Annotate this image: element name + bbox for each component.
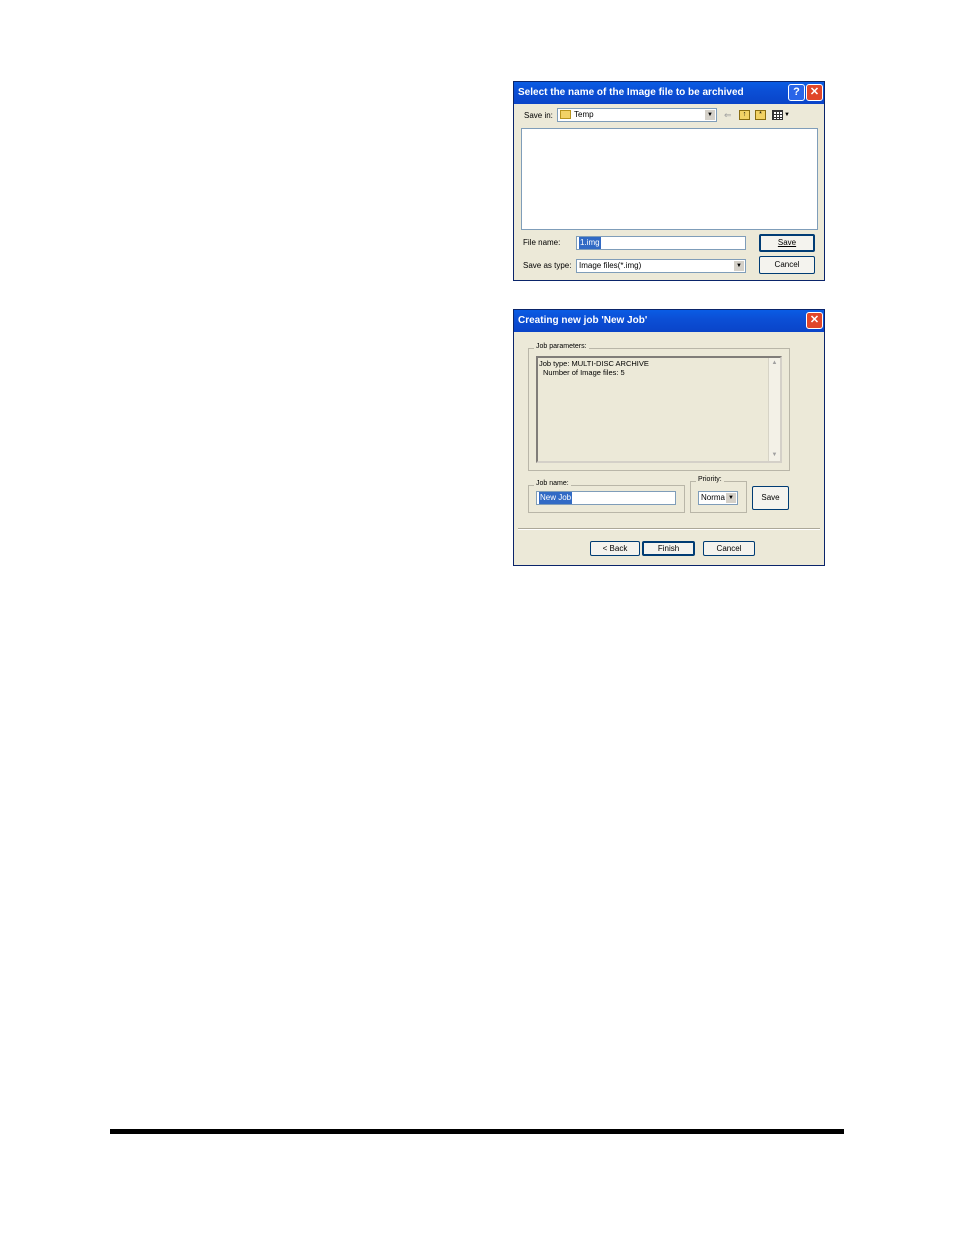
- back-button[interactable]: < Back: [590, 541, 640, 556]
- cancel-button[interactable]: Cancel: [703, 541, 755, 556]
- view-dropdown-icon[interactable]: ▼: [784, 110, 790, 121]
- page-rule: [110, 1129, 844, 1134]
- save-dialog-title: Select the name of the Image file to be …: [518, 87, 744, 98]
- job-parameters-text[interactable]: Job type: MULTI-DISC ARCHIVE Number of I…: [536, 356, 782, 463]
- save-button[interactable]: Save: [759, 234, 815, 252]
- priority-value: Normal: [701, 493, 727, 502]
- close-button[interactable]: ✕: [806, 84, 823, 101]
- file-name-value: 1.img: [579, 237, 601, 249]
- help-button[interactable]: ?: [788, 84, 805, 101]
- new-job-dialog: Creating new job 'New Job' ✕ Job paramet…: [513, 309, 825, 566]
- priority-label: Priority:: [696, 476, 724, 483]
- save-job-button[interactable]: Save: [752, 486, 789, 510]
- image-count-line: Number of Image files: 5: [543, 368, 625, 377]
- back-arrow-icon[interactable]: ⇐: [724, 110, 732, 121]
- job-name-label: Job name:: [534, 480, 571, 487]
- save-as-type-combo[interactable]: Image files(*.img) ▼: [576, 259, 746, 273]
- chevron-down-icon[interactable]: ▼: [704, 110, 715, 120]
- folder-icon: [560, 110, 571, 120]
- view-menu-icon[interactable]: [772, 110, 783, 120]
- file-name-input[interactable]: 1.img: [576, 236, 746, 250]
- chevron-down-icon[interactable]: ▼: [733, 261, 744, 271]
- priority-select[interactable]: Normal ▼: [698, 491, 738, 505]
- vertical-scrollbar[interactable]: ▲ ▼: [768, 358, 780, 461]
- new-folder-icon[interactable]: *: [755, 110, 766, 120]
- scroll-down-icon[interactable]: ▼: [770, 451, 779, 460]
- close-button[interactable]: ✕: [806, 312, 823, 329]
- job-name-input[interactable]: New Job: [536, 491, 676, 505]
- save-in-combo[interactable]: Temp ▼: [557, 108, 717, 122]
- job-type-line: Job type: MULTI-DISC ARCHIVE: [539, 359, 649, 368]
- finish-button[interactable]: Finish: [642, 541, 695, 556]
- save-image-dialog: Select the name of the Image file to be …: [513, 81, 825, 281]
- job-dialog-titlebar[interactable]: Creating new job 'New Job': [514, 310, 824, 332]
- save-dialog-titlebar[interactable]: Select the name of the Image file to be …: [514, 82, 824, 104]
- file-name-label: File name:: [523, 238, 561, 247]
- job-parameters-label: Job parameters:: [534, 343, 589, 350]
- save-as-type-label: Save as type:: [523, 261, 572, 270]
- job-dialog-title: Creating new job 'New Job': [518, 315, 648, 326]
- job-name-value: New Job: [539, 492, 573, 504]
- up-folder-icon[interactable]: ↑: [739, 110, 750, 120]
- chevron-down-icon[interactable]: ▼: [725, 493, 736, 503]
- footer-divider: [518, 528, 820, 530]
- scroll-up-icon[interactable]: ▲: [770, 359, 779, 368]
- cancel-button[interactable]: Cancel: [759, 256, 815, 274]
- save-in-value: Temp: [574, 110, 594, 119]
- save-in-label: Save in:: [524, 111, 553, 120]
- file-list[interactable]: [521, 128, 818, 230]
- save-as-type-value: Image files(*.img): [579, 261, 642, 270]
